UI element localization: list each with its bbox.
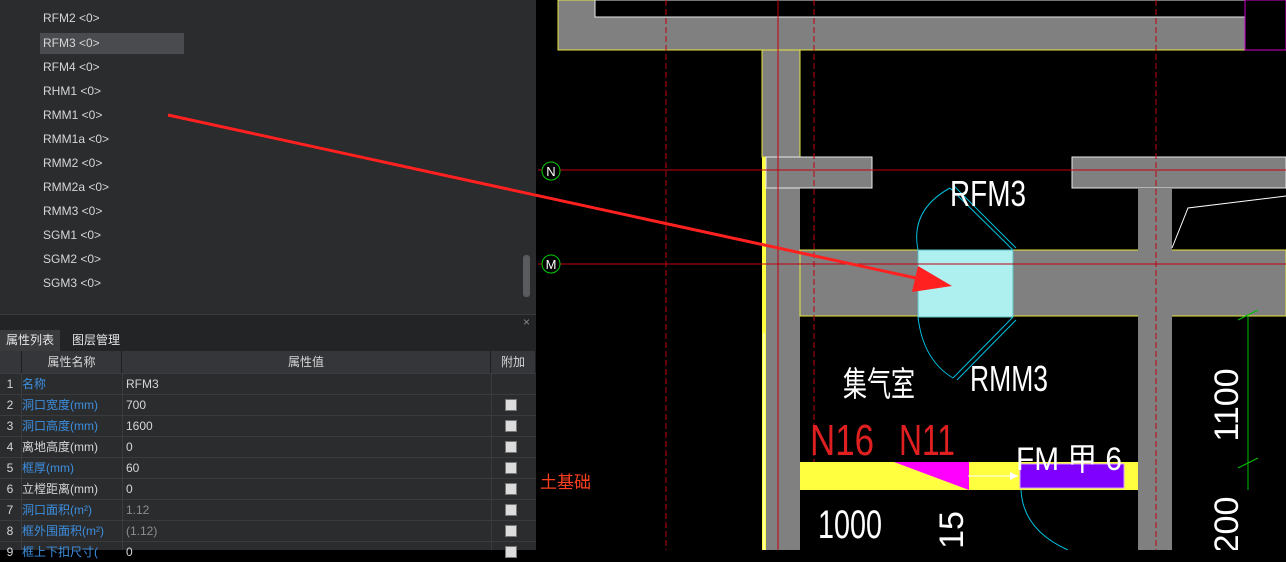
- dimension-1100: 1100: [1208, 368, 1246, 441]
- outline-line: [1171, 195, 1286, 249]
- door-label-rfm3: RFM3: [950, 173, 1026, 214]
- extra-checkbox[interactable]: [505, 525, 517, 537]
- extra-checkbox[interactable]: [505, 483, 517, 495]
- property-value[interactable]: RFM3: [126, 374, 486, 394]
- tree-item-sgm3[interactable]: SGM3 <0>: [40, 273, 184, 294]
- close-icon[interactable]: ×: [523, 315, 530, 329]
- wall-left-upper: [761, 49, 801, 158]
- row-index: 2: [6, 398, 14, 412]
- grid-label-n11: N11: [899, 416, 955, 465]
- row-index: 7: [6, 503, 14, 517]
- axis-label-n: N: [546, 164, 555, 179]
- panel-tabs: 属性列表 图层管理: [0, 330, 536, 351]
- wall-right-column: [1138, 188, 1172, 550]
- tab-properties[interactable]: 属性列表: [0, 330, 61, 351]
- dimension-1000: 1000: [818, 503, 882, 547]
- property-grid: 属性名称 属性值 附加 1 名称 RFM3 2 洞口宽度(mm) 700 3 洞口高度(mm)…: [0, 351, 536, 559]
- row-index: 1: [6, 377, 14, 391]
- property-row[interactable]: 5 框厚(mm) 60: [0, 457, 536, 478]
- extra-checkbox[interactable]: [505, 546, 517, 558]
- property-value[interactable]: 0: [126, 479, 486, 499]
- row-index: 6: [6, 482, 14, 496]
- property-value[interactable]: 60: [126, 458, 486, 478]
- property-name: 洞口面积(m²): [22, 503, 92, 517]
- room-label: 集气室: [843, 366, 915, 404]
- row-index: 9: [6, 545, 14, 559]
- axis-label-m: M: [546, 257, 557, 272]
- selected-door-rfm3[interactable]: [917, 249, 1014, 318]
- property-row[interactable]: 2 洞口宽度(mm) 700: [0, 394, 536, 415]
- row-index: 5: [6, 461, 14, 475]
- property-row[interactable]: 9 框上下扣尺寸( 0: [0, 541, 536, 562]
- tree-item-rmm2[interactable]: RMM2 <0>: [40, 153, 184, 174]
- property-value[interactable]: 1.12: [126, 500, 486, 520]
- extra-checkbox[interactable]: [505, 504, 517, 516]
- header-name: 属性名称: [22, 351, 122, 373]
- property-name: 框上下扣尺寸(: [22, 545, 98, 559]
- wall-stub-right: [1071, 156, 1286, 189]
- component-tree: RFM2 <0> RFM3 <0> RFM4 <0> RHM1 <0> RMM1…: [0, 0, 536, 314]
- door-swing-arc: [916, 187, 951, 251]
- wall-stub-left: [765, 156, 873, 189]
- property-value[interactable]: 0: [126, 542, 486, 562]
- property-row[interactable]: 6 立樘距离(mm) 0: [0, 478, 536, 499]
- properties-sidebar: RFM2 <0> RFM3 <0> RFM4 <0> RHM1 <0> RMM1…: [0, 0, 536, 559]
- row-index: 3: [6, 419, 14, 433]
- header-value: 属性值: [122, 351, 491, 373]
- extra-checkbox[interactable]: [505, 462, 517, 474]
- property-row[interactable]: 8 框外围面积(m²) (1.12): [0, 520, 536, 541]
- property-value[interactable]: (1.12): [126, 521, 486, 541]
- tree-scrollbar[interactable]: [523, 255, 530, 297]
- property-name: 洞口宽度(mm): [22, 398, 98, 412]
- property-name: 名称: [22, 377, 47, 391]
- tree-item-rmm2a[interactable]: RMM2a <0>: [40, 177, 184, 198]
- property-value[interactable]: 700: [126, 395, 486, 415]
- fm-label: FM 甲 6: [1016, 441, 1122, 477]
- tree-item-sgm2[interactable]: SGM2 <0>: [40, 249, 184, 270]
- extra-checkbox[interactable]: [505, 420, 517, 432]
- tree-item-rmm3[interactable]: RMM3 <0>: [40, 201, 184, 222]
- property-row[interactable]: 3 洞口高度(mm) 1600: [0, 415, 536, 436]
- property-row[interactable]: 4 离地高度(mm) 0: [0, 436, 536, 457]
- tree-item-rhm1[interactable]: RHM1 <0>: [40, 81, 184, 102]
- property-row[interactable]: 1 名称 RFM3: [0, 373, 536, 394]
- door-swing-arc: [917, 316, 954, 379]
- header-index: [0, 351, 22, 373]
- panel-splitter[interactable]: ×: [0, 314, 536, 331]
- header-extra: 附加: [491, 351, 536, 373]
- row-index: 8: [6, 524, 14, 538]
- property-row[interactable]: 7 洞口面积(m²) 1.12: [0, 499, 536, 520]
- wall-corridor: [799, 249, 1286, 317]
- top-room: [594, 0, 1246, 18]
- extra-checkbox[interactable]: [505, 441, 517, 453]
- cad-canvas[interactable]: N M RFM3 RMM3 集气室 N16 N11 FM 甲 6 1000 11…: [538, 0, 1286, 550]
- tab-layers[interactable]: 图层管理: [66, 330, 126, 351]
- property-value[interactable]: 1600: [126, 416, 486, 436]
- grid-label-n16: N16: [810, 416, 874, 465]
- dimension-200: 200: [1208, 497, 1246, 550]
- side-text: 土基础: [540, 473, 591, 492]
- magenta-box: [1244, 0, 1286, 51]
- property-name: 离地高度(mm): [22, 440, 98, 454]
- tree-item-rmm1a[interactable]: RMM1a <0>: [40, 129, 184, 150]
- extra-checkbox[interactable]: [505, 399, 517, 411]
- property-value[interactable]: 0: [126, 437, 486, 457]
- property-name: 框厚(mm): [22, 461, 74, 475]
- property-name: 洞口高度(mm): [22, 419, 98, 433]
- property-name: 立樘距离(mm): [22, 482, 98, 496]
- door-label-rmm3: RMM3: [970, 358, 1048, 399]
- tree-item-rmm1[interactable]: RMM1 <0>: [40, 105, 184, 126]
- tree-item-rfm4[interactable]: RFM4 <0>: [40, 57, 184, 78]
- tree-item-sgm1[interactable]: SGM1 <0>: [40, 225, 184, 246]
- property-name: 框外围面积(m²): [22, 524, 104, 538]
- row-index: 4: [6, 440, 14, 454]
- tree-item-rfm2[interactable]: RFM2 <0>: [40, 8, 184, 29]
- tree-item-rfm3[interactable]: RFM3 <0>: [40, 33, 184, 54]
- dimension-15: 15: [933, 511, 971, 549]
